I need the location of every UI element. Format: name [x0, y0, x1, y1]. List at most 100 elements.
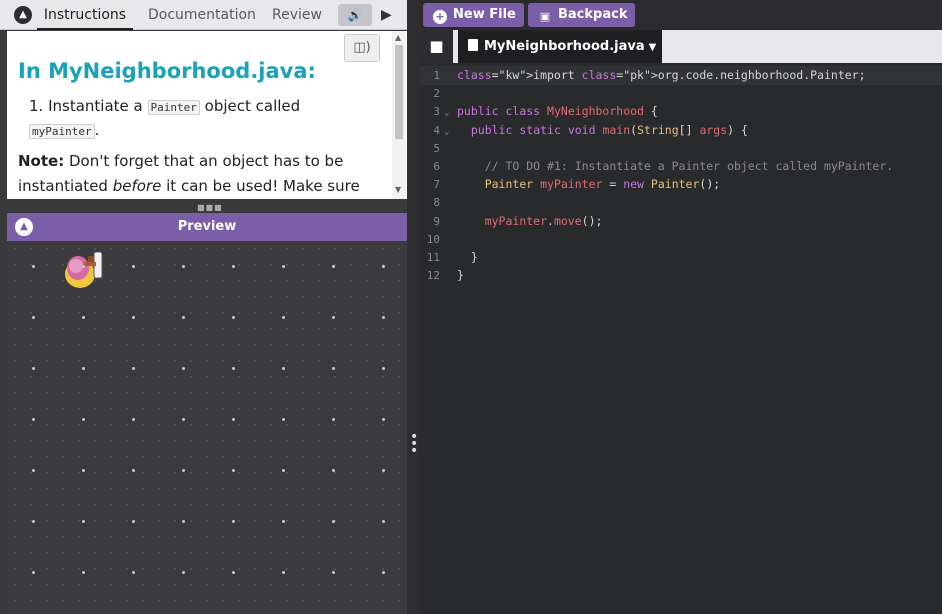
right-pane: + New File ▣ Backpack ■ MyNeighborhood.jav…	[420, 0, 942, 614]
scroll-down-icon[interactable]: ▼	[395, 185, 401, 194]
grid-dot	[282, 469, 285, 472]
code-line[interactable]: myPainter.move();	[457, 214, 603, 228]
line-number: 10	[426, 232, 440, 246]
code-line[interactable]: }	[457, 268, 464, 282]
collapse-preview-button[interactable]: ▲	[15, 218, 33, 236]
file-tab-label: MyNeighborhood.java	[484, 39, 645, 54]
grid-dot	[182, 265, 185, 268]
read-aloud-icon[interactable]: ◫)	[344, 34, 380, 62]
code-line[interactable]: public static void main(String[] args) {	[457, 123, 748, 137]
step-text: .	[94, 121, 100, 139]
tab-documentation[interactable]: Documentation	[148, 0, 256, 30]
backpack-button[interactable]: ▣ Backpack	[528, 3, 635, 27]
grid-dot	[32, 316, 35, 319]
grid-dot	[382, 418, 385, 421]
tab-review[interactable]: Review	[272, 0, 322, 30]
grid-dot	[282, 316, 285, 319]
instructions-title: In MyNeighborhood.java:	[18, 59, 316, 83]
line-number: 3	[433, 105, 440, 119]
line-number: 2	[433, 87, 440, 101]
tab-instructions[interactable]: Instructions	[37, 0, 133, 30]
line-number: 5	[433, 141, 440, 155]
folder-icon[interactable]: ■	[420, 30, 453, 63]
fold-chevron-icon[interactable]: ⌄	[444, 108, 449, 118]
grid-dot	[282, 520, 285, 523]
grid-dot	[232, 418, 235, 421]
grid-dot	[282, 265, 285, 268]
line-number: 11	[426, 251, 440, 264]
grid-dot	[382, 571, 385, 574]
grid-dot	[32, 418, 35, 421]
note-text: it can be used! Make sure	[166, 177, 360, 195]
speaker-icon[interactable]: 🔊	[338, 4, 372, 26]
grid-dot	[282, 367, 285, 370]
grid-dot	[182, 520, 185, 523]
left-pane: ▲ Instructions Documentation Review 🔊 ▶ …	[0, 0, 414, 614]
line-number: 1	[433, 69, 440, 82]
grid-dot	[182, 571, 185, 574]
step-number: 1.	[29, 97, 44, 115]
grid-dot	[82, 316, 85, 319]
line-number: 9	[433, 214, 440, 228]
new-file-button[interactable]: + New File	[423, 3, 524, 27]
grid-dot	[82, 520, 85, 523]
instruction-step-1: 1. Instantiate a Painter object called m…	[29, 95, 349, 143]
painter-sprite	[65, 251, 103, 288]
grid-dot	[232, 520, 235, 523]
line-number: 6	[433, 160, 440, 173]
app-root: ▲ Instructions Documentation Review 🔊 ▶ …	[0, 0, 942, 614]
code-line[interactable]: class="kw">import class="pk">org.code.ne…	[457, 68, 866, 82]
scrollbar-thumb[interactable]	[395, 45, 403, 139]
grid-dot	[382, 367, 385, 370]
grid-dot	[182, 418, 185, 421]
grid-dot	[232, 469, 235, 472]
grid-dot	[382, 520, 385, 523]
scroll-up-icon[interactable]: ▲	[395, 33, 401, 42]
grid-dot	[232, 367, 235, 370]
grid-dot	[32, 520, 35, 523]
code-editor[interactable]: 1 class="kw">import class="pk">org.code.n…	[420, 63, 942, 614]
backpack-label: Backpack	[558, 7, 628, 22]
divider-grip-icon[interactable]: • • •	[410, 430, 418, 458]
instructions-tab-bar: ▲ Instructions Documentation Review 🔊 ▶	[0, 0, 407, 30]
line-number: 4	[433, 123, 440, 137]
grid-dot	[332, 469, 335, 472]
grid-dot	[82, 367, 85, 370]
code-line[interactable]: Painter myPainter = new Painter();	[457, 177, 720, 191]
grid-dot	[182, 469, 185, 472]
grid-dot	[282, 418, 285, 421]
play-icon[interactable]: ▶	[381, 5, 397, 25]
grid-dot	[232, 571, 235, 574]
neighborhood-grid	[7, 241, 407, 614]
line-number: 7	[433, 178, 440, 192]
grid-dot	[32, 265, 35, 268]
grid-dot	[282, 571, 285, 574]
grid-dot	[382, 316, 385, 319]
chevron-down-icon[interactable]: ▼	[649, 42, 657, 53]
resize-handle-icon[interactable]: ■■■	[197, 203, 223, 212]
file-tab[interactable]: MyNeighborhood.java ▼	[458, 30, 662, 63]
grid-dot	[332, 265, 335, 268]
grid-dot	[32, 571, 35, 574]
new-file-label: New File	[453, 7, 516, 22]
collapse-instructions-button[interactable]: ▲	[14, 6, 32, 24]
grid-dot	[82, 418, 85, 421]
step-text: Instantiate a	[48, 97, 143, 115]
grid-dot	[332, 367, 335, 370]
step-text: object called	[204, 97, 301, 115]
backpack-icon: ▣	[539, 10, 551, 23]
plus-icon: +	[433, 10, 447, 24]
fold-chevron-icon[interactable]: ⌄	[444, 127, 449, 137]
instructions-content: ◫) In MyNeighborhood.java: 1. Instantiat…	[7, 31, 407, 199]
grid-dot	[82, 571, 85, 574]
editor-toolbar: + New File ▣ Backpack	[420, 0, 942, 30]
grid-dot	[132, 469, 135, 472]
code-line[interactable]: public class MyNeighborhood {	[457, 104, 658, 118]
grid-dot	[132, 316, 135, 319]
pane-divider[interactable]	[407, 0, 420, 614]
grid-dot	[132, 367, 135, 370]
preview-title: Preview	[177, 219, 237, 234]
code-line[interactable]: // TO DO #1: Instantiate a Painter objec…	[457, 159, 894, 173]
code-line[interactable]: }	[457, 250, 478, 264]
grid-dot	[332, 571, 335, 574]
